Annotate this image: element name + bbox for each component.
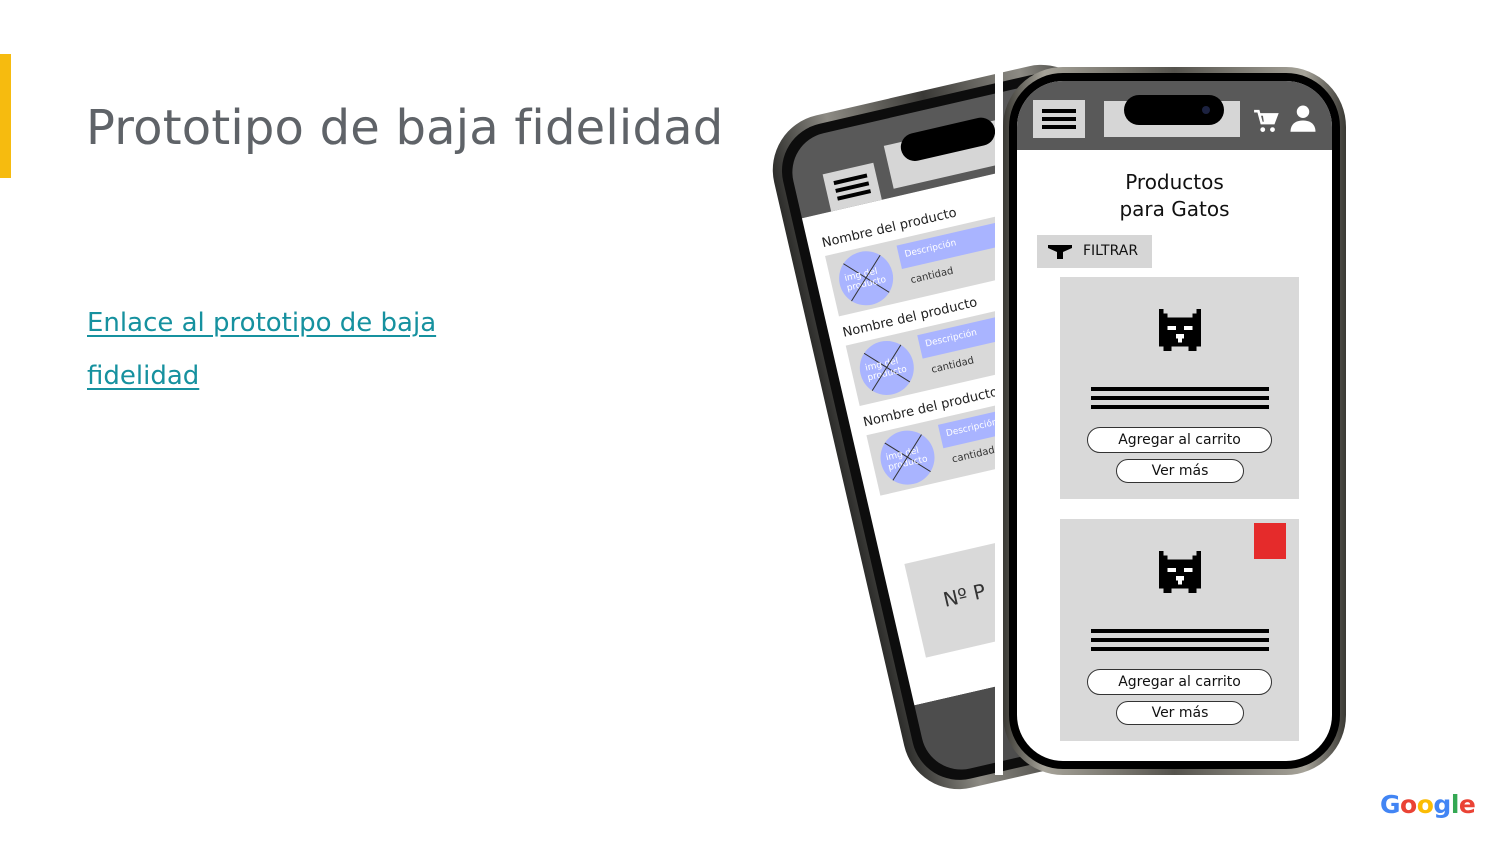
product-image-placeholder: img del producto xyxy=(875,425,940,490)
logo-letter: o xyxy=(1416,790,1434,819)
slide-title: Prototipo de baja fidelidad xyxy=(86,100,724,156)
hamburger-menu-icon[interactable] xyxy=(1033,100,1085,138)
quantity-label: cantidad xyxy=(909,265,955,287)
prototype-link-continued[interactable]: fidelidad xyxy=(87,361,199,391)
accent-bar xyxy=(0,54,11,178)
page-title-line2: para Gatos xyxy=(1119,197,1230,221)
user-icon[interactable] xyxy=(1288,103,1318,133)
logo-letter: o xyxy=(1400,790,1417,819)
quantity-label: cantidad xyxy=(950,444,996,466)
cat-icon xyxy=(1159,309,1201,351)
filter-label: FILTRAR xyxy=(1083,243,1139,259)
description-placeholder-lines xyxy=(1091,629,1269,656)
product-image-placeholder: img del producto xyxy=(854,335,920,401)
filter-button[interactable]: FILTRAR xyxy=(1037,235,1152,268)
add-to-cart-button[interactable]: Agregar al carrito xyxy=(1087,427,1272,453)
logo-letter: e xyxy=(1458,790,1476,819)
red-badge xyxy=(1254,523,1286,559)
prototype-link[interactable]: Enlace al prototipo de baja xyxy=(87,308,436,338)
image-label: img del producto xyxy=(843,266,888,294)
add-to-cart-button[interactable]: Agregar al carrito xyxy=(1087,669,1272,695)
view-more-button[interactable]: Ver más xyxy=(1116,459,1244,483)
view-more-button[interactable]: Ver más xyxy=(1116,701,1244,725)
description-placeholder-lines xyxy=(1091,387,1269,414)
filter-funnel-icon xyxy=(1048,245,1072,259)
logo-letter: g xyxy=(1433,790,1451,819)
product-card: Agregar al carrito Ver más xyxy=(1060,519,1299,741)
image-label: img del producto xyxy=(864,356,908,384)
front-phone-bezel: Productos para Gatos FILTRAR Agregar al … xyxy=(1009,73,1340,769)
page-title: Productos para Gatos xyxy=(1017,169,1332,223)
dynamic-island xyxy=(1124,95,1224,125)
app-header xyxy=(1017,81,1332,150)
order-number-label: Nº P xyxy=(940,578,988,612)
logo-letter: l xyxy=(1450,790,1460,819)
cat-icon xyxy=(1159,551,1201,593)
image-label: img del producto xyxy=(885,445,929,474)
google-logo: Google xyxy=(1380,790,1476,819)
front-phone-mockup: Productos para Gatos FILTRAR Agregar al … xyxy=(995,67,1346,775)
product-card: Agregar al carrito Ver más xyxy=(1060,277,1299,499)
product-image-placeholder: img del producto xyxy=(833,245,899,311)
page-title-line1: Productos xyxy=(1125,170,1224,194)
cart-icon[interactable] xyxy=(1253,109,1279,135)
front-phone-screen: Productos para Gatos FILTRAR Agregar al … xyxy=(1017,81,1332,761)
quantity-label: cantidad xyxy=(930,355,976,376)
logo-letter: G xyxy=(1380,790,1401,819)
